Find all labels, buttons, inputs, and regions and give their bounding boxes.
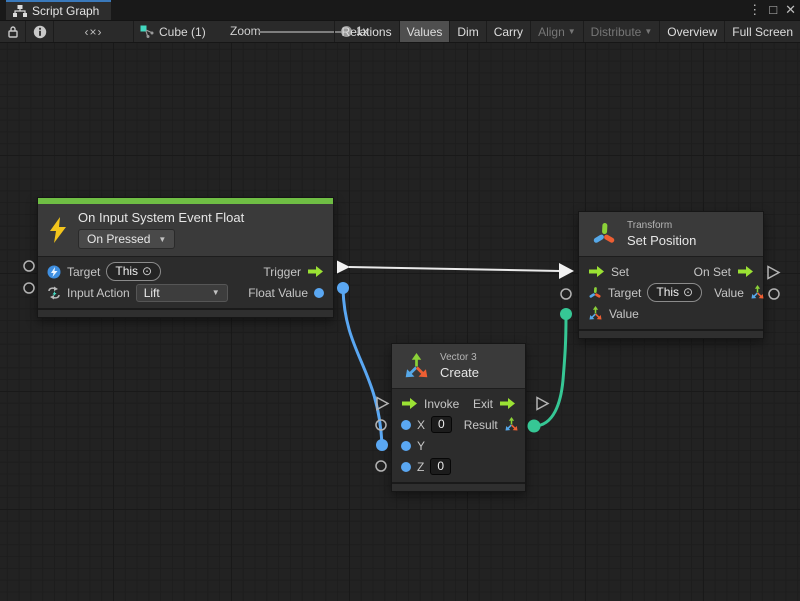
transform-mini-icon — [588, 286, 602, 300]
invoke-row: Invoke Exit — [392, 393, 525, 414]
window-menu-icon[interactable]: ⋮ — [748, 0, 761, 20]
carry-button[interactable]: Carry — [486, 21, 530, 42]
lock-icon — [7, 25, 19, 38]
toolbar-buttons: Relations Values Dim Carry Align▼ Distri… — [334, 21, 800, 42]
vector3-icon — [403, 353, 430, 380]
z-port-dot — [401, 462, 411, 472]
info-icon — [33, 25, 47, 39]
tab-title: Script Graph — [32, 4, 99, 18]
flow-arrow-icon — [307, 265, 324, 278]
window-maximize-icon[interactable]: □ — [769, 0, 777, 20]
node-transform-set-position[interactable]: Transform Set Position Set On Set — [578, 211, 764, 339]
values-button[interactable]: Values — [399, 21, 450, 42]
distribute-button[interactable]: Distribute▼ — [583, 21, 660, 42]
target-row: Target This ⊙ Value — [579, 282, 763, 303]
flow-arrow-icon — [588, 265, 605, 278]
y-row: Y — [392, 435, 525, 456]
node-title: Set Position — [627, 233, 696, 248]
script-graph-window: Script Graph ⋮ □ ✕ — [0, 0, 800, 601]
lightning-bolt-icon — [48, 217, 68, 243]
node-title: On Input System Event Float — [78, 210, 244, 225]
fullscreen-button[interactable]: Full Screen — [724, 21, 800, 42]
flow-arrow-icon — [401, 397, 418, 410]
node-on-input-system-event-float[interactable]: On Input System Event Float On Pressed ▼… — [37, 197, 334, 318]
graph-target-breadcrumb[interactable]: Cube (1) — [140, 21, 206, 42]
node-footer — [579, 329, 763, 338]
target-row: Target This ⊙ Trigger — [38, 261, 333, 282]
code-preview-button[interactable]: ‹×› — [54, 21, 134, 42]
window-close-icon[interactable]: ✕ — [785, 0, 796, 20]
vector3-mini-icon — [504, 417, 519, 432]
set-row: Set On Set — [579, 261, 763, 282]
transform-icon — [591, 221, 617, 247]
input-action-row: Input Action Lift ▼ Float Value — [38, 282, 333, 303]
node-category: Vector 3 — [440, 352, 479, 363]
node-title: Create — [440, 365, 479, 380]
vector3-mini-icon — [588, 306, 603, 321]
dim-button[interactable]: Dim — [449, 21, 485, 42]
graph-node-icon — [140, 25, 154, 38]
object-picker-icon[interactable]: ⊙ — [142, 264, 152, 278]
tab-script-graph[interactable]: Script Graph — [6, 0, 111, 20]
node-footer — [38, 308, 333, 317]
event-target-icon — [47, 265, 61, 279]
relations-button[interactable]: Relations — [334, 21, 399, 42]
lock-button[interactable] — [0, 21, 26, 42]
tab-bar: Script Graph ⋮ □ ✕ — [0, 0, 800, 20]
target-object-field[interactable]: This ⊙ — [106, 262, 161, 281]
x-row: X 0 Result — [392, 414, 525, 435]
target-object-field[interactable]: This ⊙ — [647, 283, 702, 302]
chevron-down-icon: ▼ — [212, 288, 220, 297]
graph-target-label: Cube (1) — [159, 25, 206, 39]
info-button[interactable] — [26, 21, 54, 42]
node-footer — [392, 482, 525, 491]
y-port-dot — [401, 441, 411, 451]
z-value-input[interactable]: 0 — [430, 458, 451, 475]
chevron-down-icon: ▼ — [568, 27, 576, 36]
float-value-port-dot — [314, 288, 324, 298]
x-port-dot — [401, 420, 411, 430]
chevron-down-icon: ▼ — [158, 235, 166, 244]
align-button[interactable]: Align▼ — [530, 21, 583, 42]
input-action-dropdown[interactable]: Lift ▼ — [136, 284, 228, 302]
zoom-label: Zoom — [230, 24, 261, 38]
flow-arrow-icon — [737, 265, 754, 278]
z-row: Z 0 — [392, 456, 525, 477]
graph-toolbar: ‹×› Cube (1) Zoom 1x Relations Values Di… — [0, 20, 800, 43]
flow-arrow-icon — [499, 397, 516, 410]
value-row: Value — [579, 303, 763, 324]
code-toggle-icon: ‹×› — [85, 25, 103, 39]
input-action-icon — [47, 286, 61, 300]
graph-hierarchy-icon — [13, 5, 27, 17]
node-category: Transform — [627, 220, 696, 231]
overview-button[interactable]: Overview — [659, 21, 724, 42]
chevron-down-icon: ▼ — [644, 27, 652, 36]
vector3-mini-icon — [750, 285, 765, 300]
node-vector3-create[interactable]: Vector 3 Create Invoke Exit — [391, 343, 526, 492]
x-value-input[interactable]: 0 — [431, 416, 452, 433]
event-mode-dropdown[interactable]: On Pressed ▼ — [78, 229, 175, 249]
object-picker-icon[interactable]: ⊙ — [683, 285, 693, 299]
